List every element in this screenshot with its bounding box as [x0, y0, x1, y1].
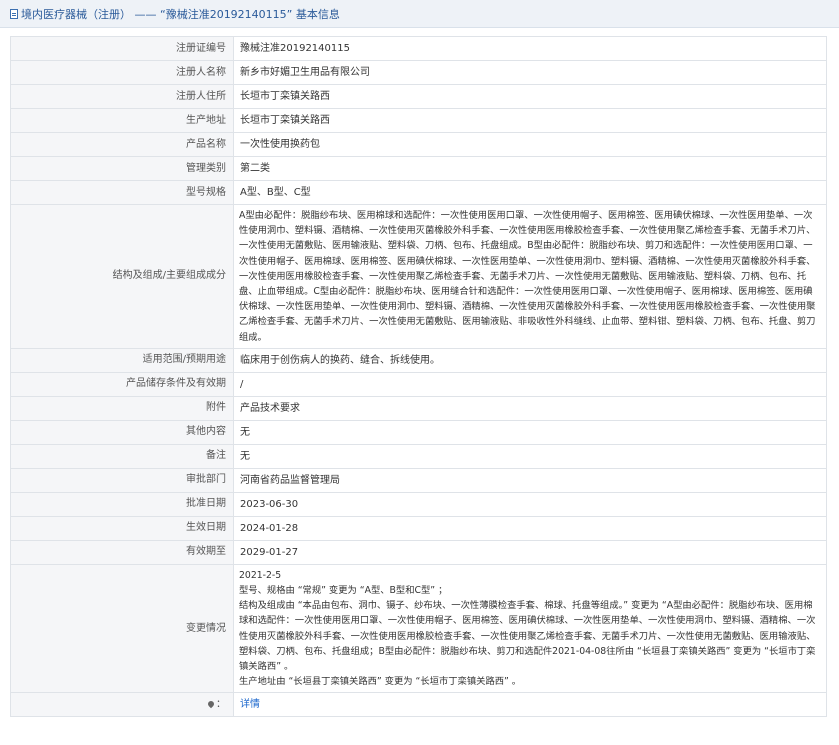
table-row: ： 详情 — [10, 692, 827, 718]
table-row: 批准日期 2023-06-30 — [10, 491, 827, 517]
table-row: 产品储存条件及有效期 / — [10, 371, 827, 397]
row-label: 注册证编号 — [10, 36, 234, 61]
row-label: 适用范围/预期用途 — [10, 347, 234, 373]
table-row: 适用范围/预期用途 临床用于创伤病人的换药、缝合、拆线使用。 — [10, 347, 827, 373]
expiry-date: 2029-01-27 — [233, 539, 827, 565]
row-label: 变更情况 — [10, 563, 234, 694]
table-row: 结构及组成/主要组成成分 A型由必配件：脱脂纱布块、医用棉球和选配件：一次性使用… — [10, 204, 827, 349]
table-row: 注册人住所 长垣市丁栾镇关路西 — [10, 84, 827, 109]
info-table: 注册证编号 豫械注准20192140115 注册人名称 新乡市好媚卫生用品有限公… — [10, 36, 827, 718]
table-row: 产品名称 一次性使用换药包 — [10, 132, 827, 157]
table-row: 注册人名称 新乡市好媚卫生用品有限公司 — [10, 60, 827, 85]
structure-composition: A型由必配件：脱脂纱布块、医用棉球和选配件：一次性使用医用口罩、一次性使用帽子、… — [233, 204, 827, 349]
remark: 无 — [233, 443, 827, 469]
row-label: 附件 — [10, 395, 234, 421]
row-label: 注册人名称 — [10, 60, 234, 85]
registrant-address: 长垣市丁栾镇关路西 — [233, 84, 827, 109]
row-label: ： — [10, 692, 234, 718]
table-row: 附件 产品技术要求 — [10, 395, 827, 421]
table-row: 生效日期 2024-01-28 — [10, 515, 827, 541]
row-label: 结构及组成/主要组成成分 — [10, 204, 234, 349]
approval-date: 2023-06-30 — [233, 491, 827, 517]
row-label: 生产地址 — [10, 108, 234, 133]
page-title: 境内医疗器械（注册） —— “豫械注准20192140115” 基本信息 — [21, 7, 340, 21]
row-label: 产品储存条件及有效期 — [10, 371, 234, 397]
management-class: 第二类 — [233, 156, 827, 181]
row-label: 批准日期 — [10, 491, 234, 517]
document-icon — [10, 8, 18, 19]
row-label-text: ： — [216, 698, 226, 710]
table-row: 变更情况 2021-2-5 型号、规格由 “常规” 变更为 “A型、B型和C型”… — [10, 563, 827, 694]
row-label: 有效期至 — [10, 539, 234, 565]
scope-of-use: 临床用于创伤病人的换药、缝合、拆线使用。 — [233, 347, 827, 373]
detail-link[interactable]: 详情 — [240, 699, 260, 710]
page-header: 境内医疗器械（注册） —— “豫械注准20192140115” 基本信息 — [0, 0, 839, 28]
approval-department: 河南省药品监督管理局 — [233, 467, 827, 493]
table-row: 审批部门 河南省药品监督管理局 — [10, 467, 827, 493]
other-content: 无 — [233, 419, 827, 445]
change-entry: 型号、规格由 “常规” 变更为 “A型、B型和C型” ； — [239, 585, 448, 597]
table-row: 其他内容 无 — [10, 419, 827, 445]
change-date: 2021-2-5 — [239, 569, 282, 581]
table-row: 生产地址 长垣市丁栾镇关路西 — [10, 108, 827, 133]
registrant-name: 新乡市好媚卫生用品有限公司 — [233, 60, 827, 85]
attachment: 产品技术要求 — [233, 395, 827, 421]
production-address: 长垣市丁栾镇关路西 — [233, 108, 827, 133]
storage-conditions: / — [233, 371, 827, 397]
change-entry: 生产地址由 “长垣县丁栾镇关路西” 变更为 “长垣市丁栾镇关路西” 。 — [239, 676, 522, 688]
row-label: 管理类别 — [10, 156, 234, 181]
row-label: 备注 — [10, 443, 234, 469]
detail-cell: 详情 — [233, 692, 827, 718]
table-row: 注册证编号 豫械注准20192140115 — [10, 36, 827, 61]
row-label: 生效日期 — [10, 515, 234, 541]
change-history: 2021-2-5 型号、规格由 “常规” 变更为 “A型、B型和C型” ； 结构… — [233, 563, 827, 694]
table-row: 管理类别 第二类 — [10, 156, 827, 181]
registration-number: 豫械注准20192140115 — [233, 36, 827, 61]
row-label: 注册人住所 — [10, 84, 234, 109]
row-label: 产品名称 — [10, 132, 234, 157]
table-row: 有效期至 2029-01-27 — [10, 539, 827, 565]
effective-date: 2024-01-28 — [233, 515, 827, 541]
model-spec: A型、B型、C型 — [233, 180, 827, 205]
row-label: 审批部门 — [10, 467, 234, 493]
change-entry: 结构及组成由 “本品由包布、洞巾、镊子、纱布块、一次性薄膜检查手套、棉球、托盘等… — [239, 600, 816, 673]
table-row: 型号规格 A型、B型、C型 — [10, 180, 827, 205]
row-label: 型号规格 — [10, 180, 234, 205]
row-label: 其他内容 — [10, 419, 234, 445]
table-row: 备注 无 — [10, 443, 827, 469]
location-pin-icon — [206, 699, 216, 709]
product-name: 一次性使用换药包 — [233, 132, 827, 157]
